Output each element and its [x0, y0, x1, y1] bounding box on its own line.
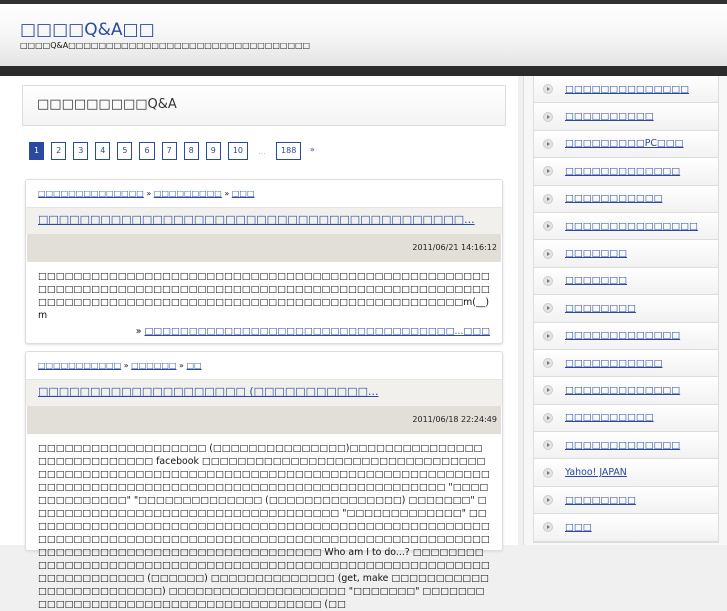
sidebar-item[interactable]: □□□□□□□□□□ [534, 103, 718, 131]
sidebar-item-link[interactable]: □□□□□□□□□□ [565, 111, 654, 122]
sidebar-item[interactable]: □□□□□□□ [534, 267, 718, 296]
sidebar-item-link[interactable]: Yahoo! JAPAN [565, 467, 627, 478]
sidebar-item[interactable]: □□□□□□□□□□□ [534, 349, 718, 378]
sidebar-item-link[interactable]: □□□□□□□□□□□ [565, 193, 662, 204]
arrow-circle-icon [543, 84, 553, 95]
sidebar-item-link[interactable]: □□□□□□□ [565, 248, 627, 259]
sidebar-item[interactable]: Yahoo! JAPAN [534, 459, 718, 487]
arrow-circle-icon [543, 193, 553, 204]
sidebar-item-link[interactable]: □□□□□□□□ [565, 303, 636, 314]
arrow-circle-icon [543, 221, 553, 232]
site-title-link[interactable]: □□□□Q&A□□ [20, 20, 155, 40]
site-description: □□□□Q&A□□□□□□□□□□□□□□□□□□□□□□□□□□□□□□□□ [20, 41, 311, 50]
breadcrumb-separator: » [121, 361, 132, 370]
sidebar-item[interactable]: □□□ [534, 514, 718, 542]
arrow-circle-icon [543, 275, 553, 286]
post-card: □□□□□□□□□□□ » □□□□□□ » □□ □□□□□□□□□□□□□□□… [25, 351, 503, 610]
arrow-circle-icon [543, 166, 553, 177]
sidebar-item-link[interactable]: □□□□□□□□ [565, 495, 636, 506]
page-link-1[interactable]: 1 [29, 142, 45, 160]
breadcrumb-separator: » [143, 189, 154, 198]
arrow-circle-icon [543, 358, 553, 369]
pagination-ellipsis: ... [258, 146, 266, 156]
arrow-circle-icon [543, 138, 553, 149]
breadcrumb-link[interactable]: □□ [186, 361, 201, 370]
page-link-5[interactable]: 5 [117, 142, 133, 160]
sidebar-item-link[interactable]: □□□□□□□□□□ [565, 412, 654, 423]
sidebar-item[interactable]: □□□□□□□□ [534, 295, 718, 323]
sidebar-item-link[interactable]: □□□□□□□□□□□□□□□ [565, 221, 698, 232]
page-link-4[interactable]: 4 [95, 142, 111, 160]
post-date: 2011/06/21 14:16:12 [27, 234, 501, 262]
main-content: □□□□□□□□□Q&A 1 2 3 4 5 6 7 8 9 10... 188» □□□□□□□□… [0, 76, 518, 610]
post-body: □□□□□□□□□□□□□□□□□□□ (□□□□□□□□□□□□□□□)□□□… [38, 443, 490, 610]
post-date: 2011/06/18 22:24:49 [27, 406, 501, 434]
post-title-link[interactable]: □□□□□□□□□□□□□□□□□□□□□□□□□□□□□□□□□□□□□□□□… [38, 213, 475, 226]
breadcrumb-link[interactable]: □□□ [232, 189, 255, 198]
sidebar-item[interactable]: □□□□□□□ [534, 240, 718, 268]
breadcrumb-link[interactable]: □□□□□□□□□□□ [38, 361, 121, 370]
next-page-link[interactable]: » [308, 142, 317, 160]
arrow-circle-icon [543, 385, 553, 396]
sidebar-item[interactable]: □□□□□□□□ [534, 486, 718, 515]
sidebar-link-list: □□□□□□□□□□□□□□ □□□□□□□□□□ □□□□□□□□□PC□□□ □□… [533, 76, 719, 543]
arrow-circle-icon [543, 330, 553, 341]
breadcrumb-separator: » [176, 361, 187, 370]
read-more-arrow-icon: » [135, 326, 142, 337]
sidebar-item-link[interactable]: □□□ [565, 522, 592, 533]
read-more-link[interactable]: □□□□□□□□□□□□□□□□□□□□□□□□□□□□□□□□□□□...□□… [144, 326, 490, 337]
read-more: » □□□□□□□□□□□□□□□□□□□□□□□□□□□□□□□□□□□...… [26, 322, 502, 343]
arrow-circle-icon [543, 522, 553, 533]
sidebar-item[interactable]: □□□□□□□□□□□□□□□ [534, 212, 718, 241]
sidebar-item-link[interactable]: □□□□□□□□□□□□□ [565, 385, 680, 396]
page-link-2[interactable]: 2 [51, 142, 67, 160]
sidebar-item-link[interactable]: □□□□□□□□□□□□□ [565, 330, 680, 341]
sidebar-item[interactable]: □□□□□□□□□□□□□□ [534, 76, 718, 104]
post-title: □□□□□□□□□□□□□□□□□□□□□□□□□□□□□□□□□□□□□□□□… [26, 207, 502, 234]
page-link-9[interactable]: 9 [205, 142, 221, 160]
pagination: 1 2 3 4 5 6 7 8 9 10... 188 » [29, 142, 317, 160]
arrow-circle-icon [543, 412, 553, 423]
post-card: □□□□□□□□□□□□□□ » □□□□□□□□□ » □□□ □□□□□□□□… [25, 179, 503, 344]
post-title: □□□□□□□□□□□□□□□□□□□□ (□□□□□□□□□□□... [26, 379, 502, 406]
arrow-circle-icon [543, 111, 553, 122]
sidebar-item-link[interactable]: □□□□□□□□□PC□□□ [565, 138, 684, 149]
breadcrumb-link[interactable]: □□□□□□□□□□□□□□ [38, 189, 144, 198]
page-link-10[interactable]: 10 [227, 142, 249, 160]
sidebar-item[interactable]: □□□□□□□□□PC□□□ [534, 130, 718, 159]
post-breadcrumb: □□□□□□□□□□□□□□ » □□□□□□□□□ » □□□ [26, 180, 502, 207]
arrow-circle-icon [543, 467, 553, 478]
sidebar: □□□□□□□□□□□□□□ □□□□□□□□□□ □□□□□□□□□PC□□□ □□… [523, 76, 727, 545]
sidebar-item-link[interactable]: □□□□□□□ [565, 275, 627, 286]
sidebar-item-link[interactable]: □□□□□□□□□□□□□ [565, 440, 680, 451]
breadcrumb-link[interactable]: □□□□□□□□□ [154, 189, 222, 198]
breadcrumb-link[interactable]: □□□□□□ [131, 361, 176, 370]
arrow-circle-icon [543, 440, 553, 451]
sidebar-item[interactable]: □□□□□□□□□□ [534, 404, 718, 433]
arrow-circle-icon [543, 248, 553, 259]
arrow-circle-icon [543, 495, 553, 506]
sidebar-item-link[interactable]: □□□□□□□□□□□□□□ [565, 84, 689, 95]
page-link-last[interactable]: 188 [276, 142, 302, 160]
sidebar-item[interactable]: □□□□□□□□□□□ [534, 185, 718, 213]
sidebar-item[interactable]: □□□□□□□□□□□□□ [534, 377, 718, 405]
page-link-6[interactable]: 6 [139, 142, 155, 160]
nav-bar [0, 66, 727, 76]
sidebar-item-link[interactable]: □□□□□□□□□□□ [565, 358, 662, 369]
page-link-3[interactable]: 3 [73, 142, 89, 160]
sidebar-item-link[interactable]: □□□□□□□□□□□□□ [565, 166, 680, 177]
page-title: □□□□□□□□□Q&A [22, 85, 506, 126]
page-link-7[interactable]: 7 [161, 142, 177, 160]
sidebar-item[interactable]: □□□□□□□□□□□□□ [534, 432, 718, 460]
post-title-link[interactable]: □□□□□□□□□□□□□□□□□□□□ (□□□□□□□□□□□... [38, 385, 378, 398]
sidebar-item[interactable]: □□□□□□□□□□□□□ [534, 322, 718, 350]
site-header: □□□□Q&A□□ □□□□Q&A□□□□□□□□□□□□□□□□□□□□□□□… [0, 4, 727, 66]
sidebar-item[interactable]: □□□□□□□□□□□□□ [534, 158, 718, 186]
post-body: □□□□□□□□□□□□□□□□□□□□□□□□□□□□□□□□□□□□□□□□… [38, 271, 490, 321]
breadcrumb-separator: » [221, 189, 232, 198]
arrow-circle-icon [543, 303, 553, 314]
page-link-8[interactable]: 8 [183, 142, 199, 160]
post-breadcrumb: □□□□□□□□□□□ » □□□□□□ » □□ [26, 352, 502, 379]
